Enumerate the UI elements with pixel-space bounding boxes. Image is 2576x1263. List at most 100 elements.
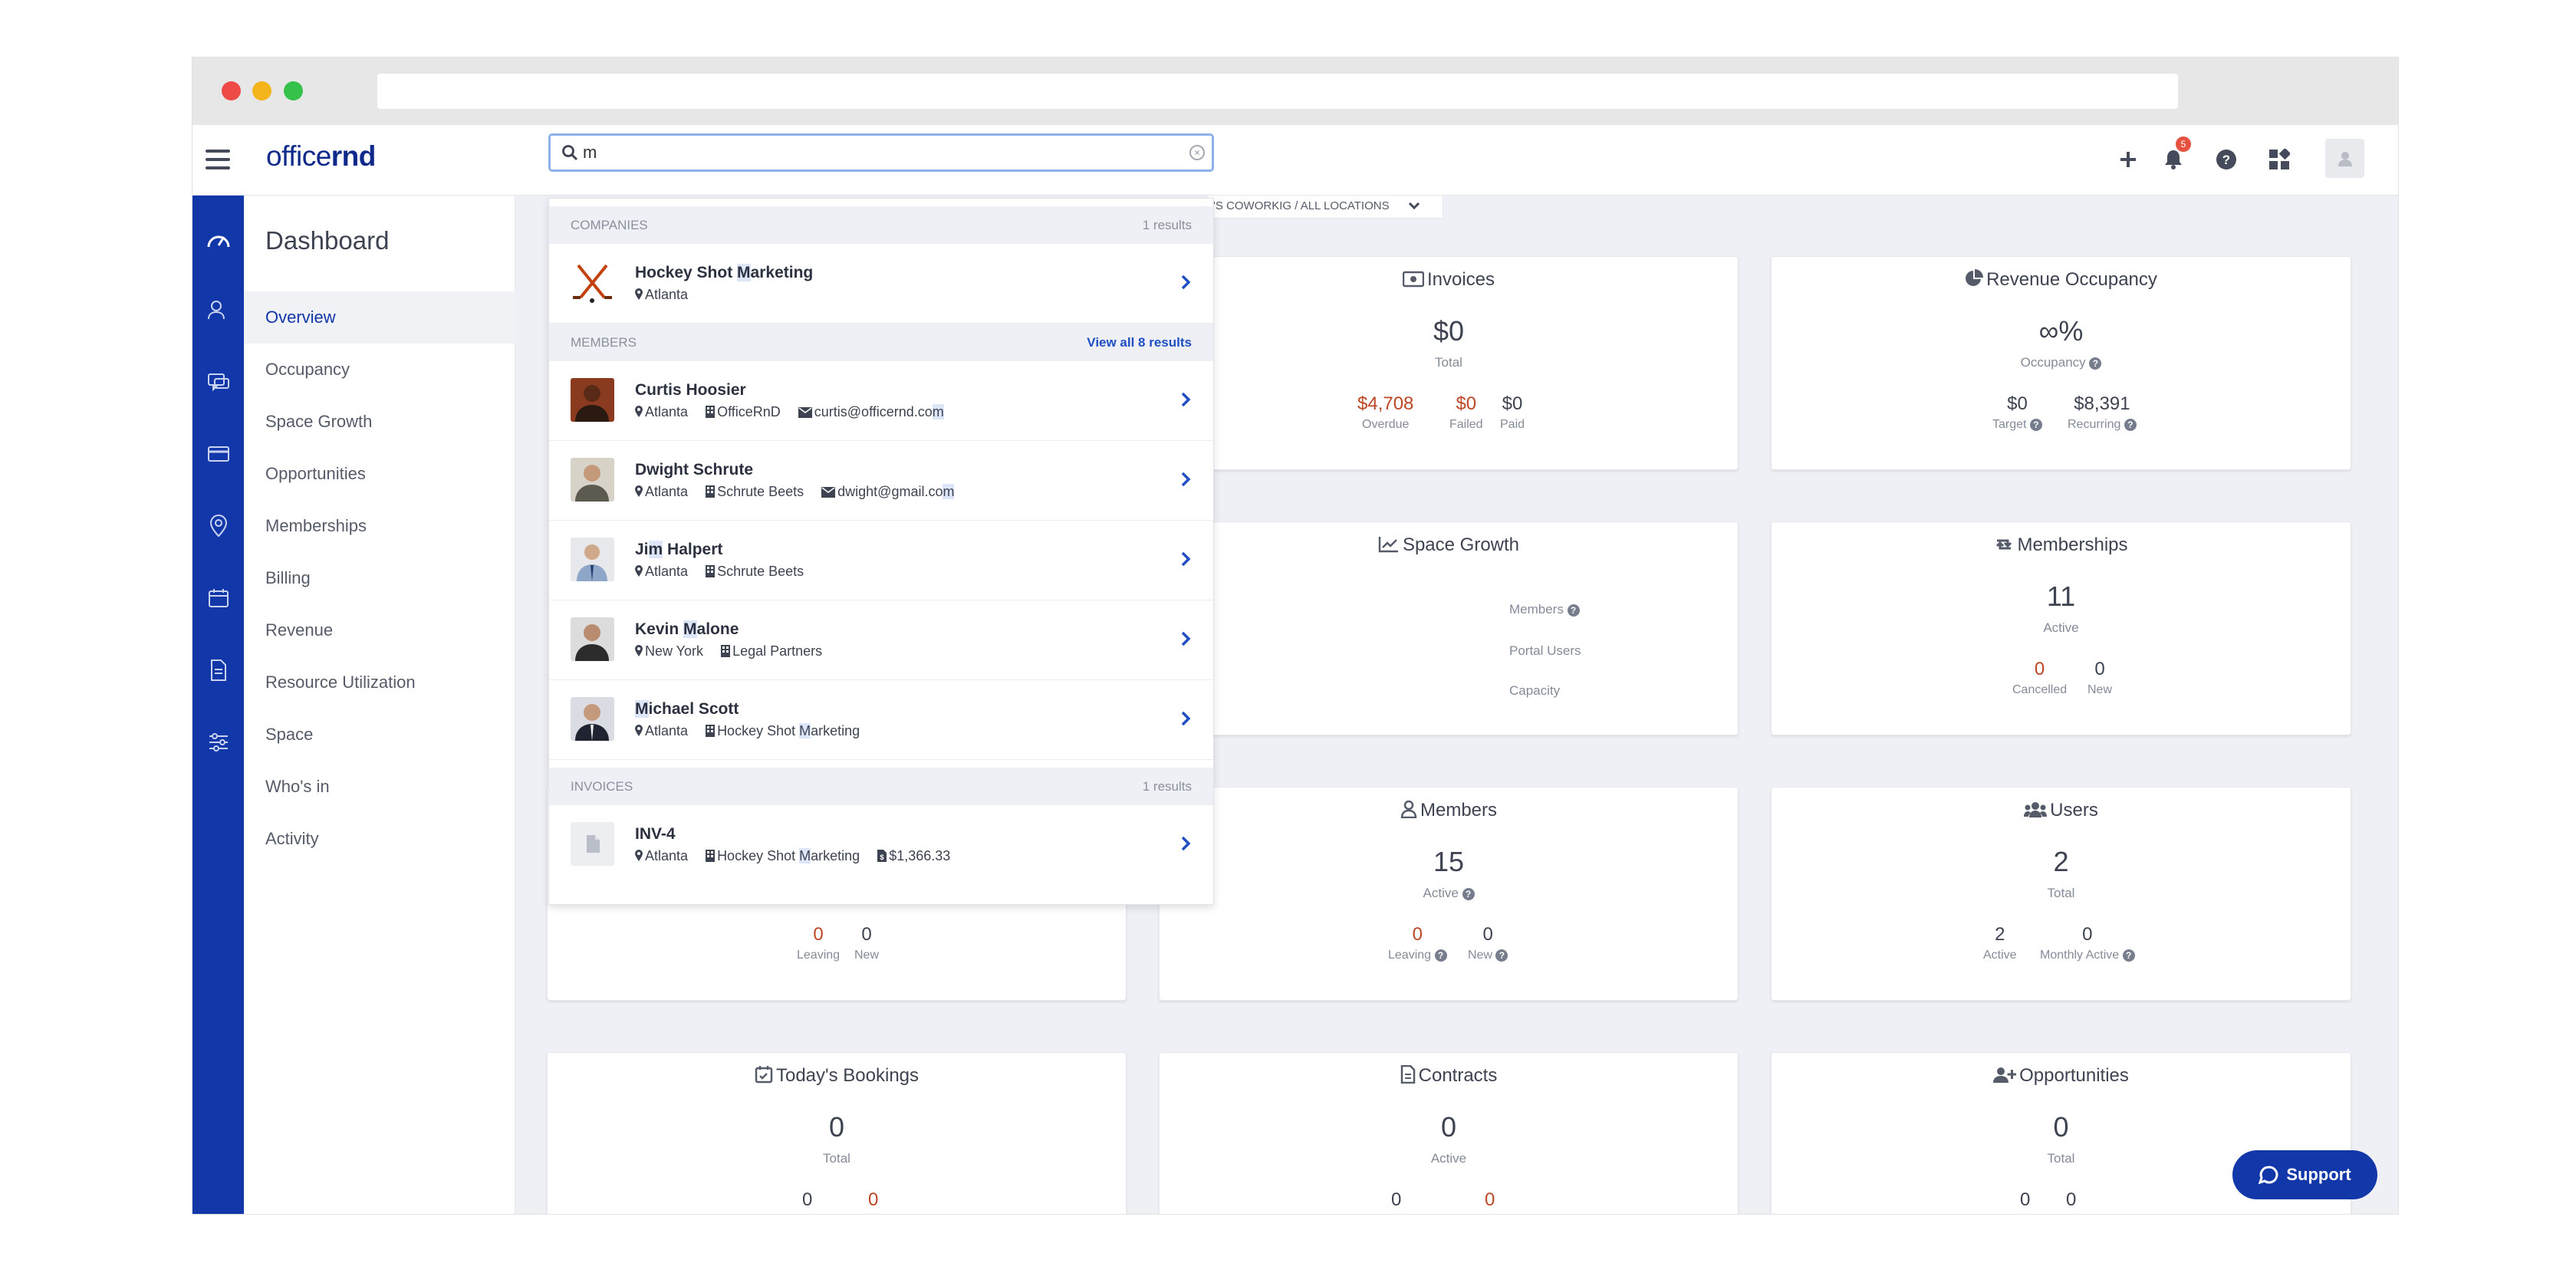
view-all-members-link[interactable]: View all 8 results [1087,324,1192,361]
sidebar-item-space-growth[interactable]: Space Growth [244,396,515,448]
sidebar-item-overview[interactable]: Overview [244,291,515,344]
member-name-highlight: M [683,620,697,638]
sidebar-item-revenue[interactable]: Revenue [244,604,515,656]
support-button[interactable]: Support [2232,1150,2377,1199]
users-title-text: Users [2050,800,2098,821]
location-pin-icon[interactable] [206,513,232,539]
revenue-occupancy-card[interactable]: Revenue Occupancy ∞% Occupancy ? $0 Targe… [1771,256,2351,470]
bookings-stat-1[interactable]: 0 [802,1189,812,1211]
company-location-text: Atlanta [645,287,689,302]
sidebar-item-resource-utilization[interactable]: Resource Utilization [244,656,515,709]
chevron-right-icon[interactable] [1179,834,1192,853]
contracts-card[interactable]: Contracts 0 Active 0 0 [1159,1052,1739,1214]
close-window-button[interactable] [222,81,241,100]
recurring-stat[interactable]: $8,391 Recurring ? [2068,393,2137,432]
settings-sliders-icon[interactable] [206,729,232,755]
chevron-right-icon[interactable] [1179,709,1192,728]
dashboard-gauge-icon[interactable] [206,226,232,252]
contracts-stat-1[interactable]: 0 [1391,1189,1401,1211]
sidebar-item-memberships[interactable]: Memberships [244,500,515,552]
chevron-right-icon[interactable] [1179,630,1192,648]
member-result-row[interactable]: Kevin Malone New York Legal Partners [549,600,1213,680]
opportunities-stat-1[interactable]: 0 [2020,1189,2030,1211]
contracts-stat-2[interactable]: 0 [1485,1189,1495,1211]
address-bar[interactable] [377,74,2178,109]
members-icon[interactable] [206,297,232,323]
company-result-row[interactable]: Hockey Shot Marketing Atlanta [549,244,1213,324]
member-company-pre: Hockey Shot [717,723,800,738]
member-result-row[interactable]: Michael Scott Atlanta Hockey Shot Market… [549,680,1213,760]
document-icon[interactable] [206,657,232,683]
chevron-right-icon[interactable] [1179,390,1192,409]
invoices-failed-stat[interactable]: $0 Failed [1449,393,1483,432]
help-icon[interactable]: ? [1434,949,1447,962]
help-icon[interactable]: ? [2029,418,2042,431]
chat-icon[interactable] [206,369,232,395]
members-new-label-text: New [1468,949,1493,962]
help-icon[interactable]: ? [1495,949,1508,962]
location-selector[interactable]: 'S COWORKIG / ALL LOCATIONS [1206,196,1443,219]
memberships-new-stat[interactable]: 0 New [2087,659,2112,697]
help-icon[interactable]: ? [1567,604,1580,617]
opportunities-stat-2[interactable]: 0 [2066,1189,2076,1211]
target-value: $0 [2007,393,2028,414]
members-card[interactable]: Members 15 Active ? 0 Leaving ? 0 New ? [1159,787,1739,1001]
leaving-stat[interactable]: 0 Leaving [797,924,840,962]
memberships-cancelled-stat[interactable]: 0 Cancelled [2012,659,2067,697]
clear-search-icon[interactable]: × [1189,145,1205,160]
help-icon[interactable]: ? [1462,887,1475,900]
sidebar-item-billing[interactable]: Billing [244,552,515,604]
calendar-icon[interactable] [206,585,232,611]
billing-card-icon[interactable] [206,441,232,467]
invoices-overdue-stat[interactable]: $4,708 Overdue [1357,393,1413,432]
new-stat[interactable]: 0 New [854,924,879,962]
help-icon[interactable]: ? [2215,144,2238,175]
help-icon[interactable]: ? [2124,418,2137,431]
sidebar-item-opportunities[interactable]: Opportunities [244,448,515,500]
search-input[interactable] [583,141,1166,164]
member-meta: Atlanta OfficeRnD curtis@officernd.com [635,404,958,420]
help-icon[interactable]: ? [2089,357,2102,370]
users-card[interactable]: Users 2 Total 2 Active 0 Monthly Active ? [1771,787,2351,1001]
space-growth-card[interactable]: Space Growth Members ? Portal Users Capa… [1159,521,1739,735]
member-result-row[interactable]: Dwight Schrute Atlanta Schrute Beets dwi… [549,441,1213,521]
users-monthly-active-stat[interactable]: 0 Monthly Active ? [2040,924,2135,962]
sidebar-item-space[interactable]: Space [244,709,515,761]
global-search[interactable]: × [548,133,1214,172]
sidebar-item-whos-in[interactable]: Who's in [244,761,515,813]
space-growth-capacity-label: Capacity [1509,683,1561,698]
member-result-row[interactable]: Jim Halpert Atlanta Schrute Beets [549,521,1213,600]
chevron-right-icon[interactable] [1179,273,1192,291]
bookings-card-title: Today's Bookings [548,1065,1126,1087]
member-name-highlight: m [648,541,663,558]
todays-bookings-card[interactable]: Today's Bookings 0 Total 0 0 [547,1052,1127,1214]
users-active-stat[interactable]: 2 Active [1983,924,2017,962]
sidebar-item-activity[interactable]: Activity [244,813,515,865]
invoices-paid-stat[interactable]: $0 Paid [1500,393,1525,432]
member-result-row[interactable]: Curtis Hoosier Atlanta OfficeRnD curtis@… [549,361,1213,441]
sidebar-item-occupancy[interactable]: Occupancy [244,344,515,396]
contracts-stat-2-value: 0 [1485,1189,1495,1210]
invoice-result-row[interactable]: INV-4 Atlanta Hockey Shot Marketing $ $1,… [549,805,1213,885]
minimize-window-button[interactable] [252,81,271,100]
members-new-stat[interactable]: 0 New ? [1468,924,1508,962]
notifications-bell-icon[interactable]: 5 [2162,136,2191,175]
revenue-occupancy-title-text: Revenue Occupancy [1986,269,2157,290]
memberships-card[interactable]: Memberships 11 Active 0 Cancelled 0 New [1771,521,2351,735]
logo-bold-text: rnd [331,140,377,172]
help-icon[interactable]: ? [2122,949,2135,962]
maximize-window-button[interactable] [284,81,303,100]
apps-grid-icon[interactable] [2268,144,2291,175]
chevron-right-icon[interactable] [1179,470,1192,488]
occupancy-label: Occupancy ? [1772,355,2351,370]
target-stat[interactable]: $0 Target ? [1992,393,2042,432]
bookings-stat-2[interactable]: 0 [868,1189,878,1211]
app-logo[interactable]: officernd [266,140,376,173]
add-icon[interactable] [2117,144,2140,175]
user-avatar[interactable] [2325,139,2364,178]
invoices-card[interactable]: Invoices $0 Total $4,708 Overdue $0 Failed… [1159,256,1739,470]
chevron-right-icon[interactable] [1179,550,1192,568]
menu-icon[interactable] [206,150,230,169]
member-location: Atlanta [635,564,688,579]
members-leaving-stat[interactable]: 0 Leaving ? [1388,924,1447,962]
